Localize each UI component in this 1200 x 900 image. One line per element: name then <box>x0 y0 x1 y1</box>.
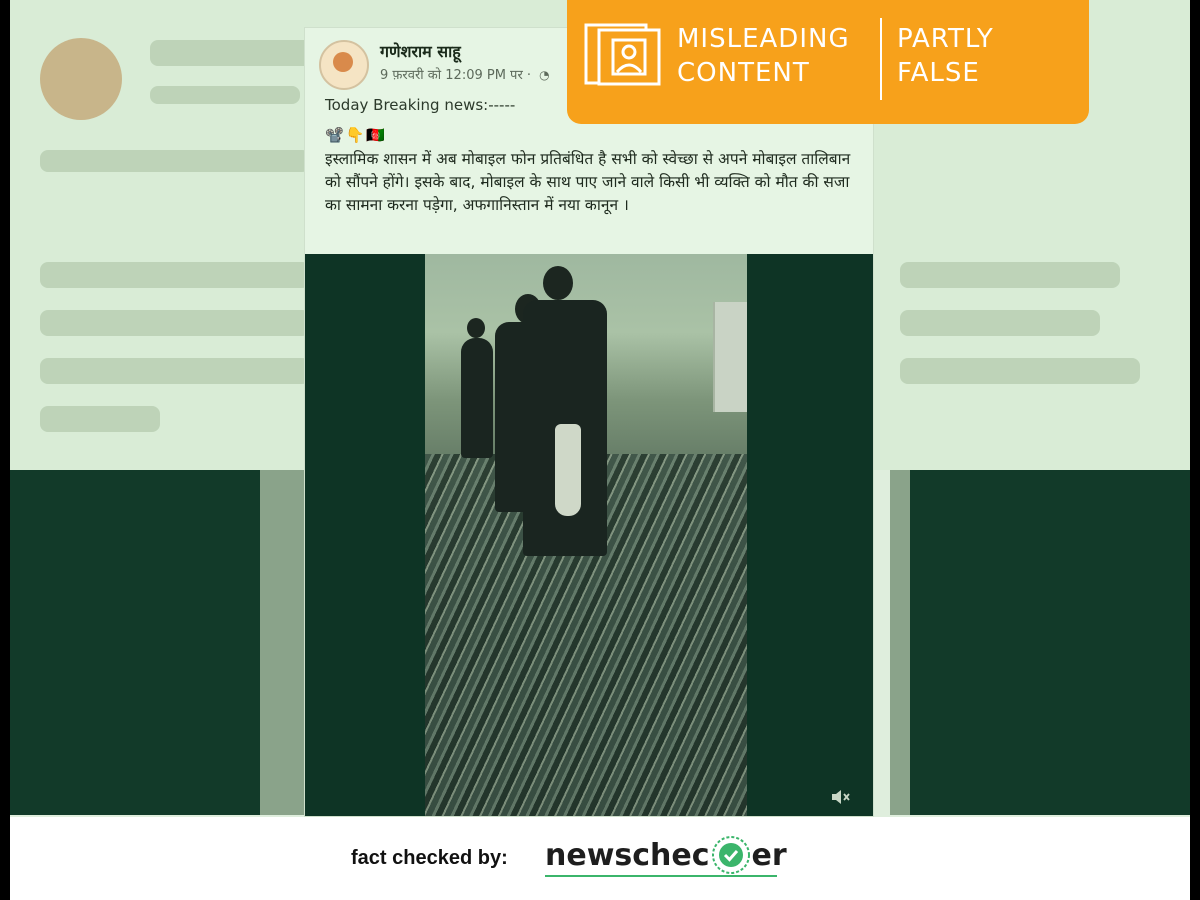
blurred-text <box>900 310 1100 336</box>
blurred-text <box>150 40 320 66</box>
post-emojis: 📽️👇🇦🇫 <box>325 126 388 144</box>
author-name[interactable]: गणेशराम साहू <box>380 40 461 62</box>
newschecker-logo[interactable]: newschec er <box>545 835 787 879</box>
timestamp-text: 9 फ़रवरी को 12:09 PM पर · <box>380 68 532 83</box>
verdict-rating-line2: FALSE <box>897 58 980 88</box>
verdict-rating-line1: PARTLY <box>897 24 994 54</box>
speaker-muted-icon[interactable] <box>829 786 851 808</box>
post-timestamp[interactable]: 9 फ़रवरी को 12:09 PM पर · ◔ <box>380 65 550 83</box>
logo-underline <box>545 875 777 877</box>
photo-frame-person-icon <box>583 22 663 86</box>
check-badge-icon <box>711 835 751 875</box>
logo-text-part2: er <box>751 837 787 873</box>
verdict-category-line1: MISLEADING <box>677 24 850 54</box>
blurred-text <box>40 150 310 172</box>
badge-divider <box>880 18 882 100</box>
truck <box>713 302 747 412</box>
person-head <box>467 318 485 338</box>
blurred-text <box>40 358 310 384</box>
person-figure <box>461 338 493 458</box>
verdict-badge: MISLEADING CONTENT PARTLY FALSE <box>567 0 1089 124</box>
verdict-category-line2: CONTENT <box>677 58 810 88</box>
blurred-avatar <box>40 38 122 120</box>
logo-text-part1: newschec <box>545 837 710 873</box>
facebook-post: गणेशराम साहू 9 फ़रवरी को 12:09 PM पर · ◔… <box>305 28 873 816</box>
blurred-text <box>40 262 310 288</box>
post-headline: Today Breaking news:----- <box>325 96 516 114</box>
footer-bar: fact checked by: newschec er <box>10 817 1190 900</box>
fact-checked-label: fact checked by: <box>351 847 508 869</box>
blurred-text <box>150 86 300 104</box>
plastic-bag <box>555 424 581 516</box>
blurred-text <box>40 406 160 432</box>
blurred-text <box>40 310 310 336</box>
person-head <box>543 266 573 300</box>
post-body: इस्लामिक शासन में अब मोबाइल फोन प्रतिबंध… <box>325 150 851 214</box>
globe-icon: ◔ <box>539 68 550 82</box>
blurred-video-right <box>910 470 1190 815</box>
verdict-category: MISLEADING CONTENT <box>677 22 850 90</box>
verdict-rating: PARTLY FALSE <box>897 22 994 90</box>
video-frame <box>425 254 747 816</box>
author-avatar[interactable] <box>319 40 369 90</box>
blurred-text <box>900 262 1120 288</box>
blurred-text <box>900 358 1140 384</box>
video-player[interactable] <box>305 254 873 816</box>
